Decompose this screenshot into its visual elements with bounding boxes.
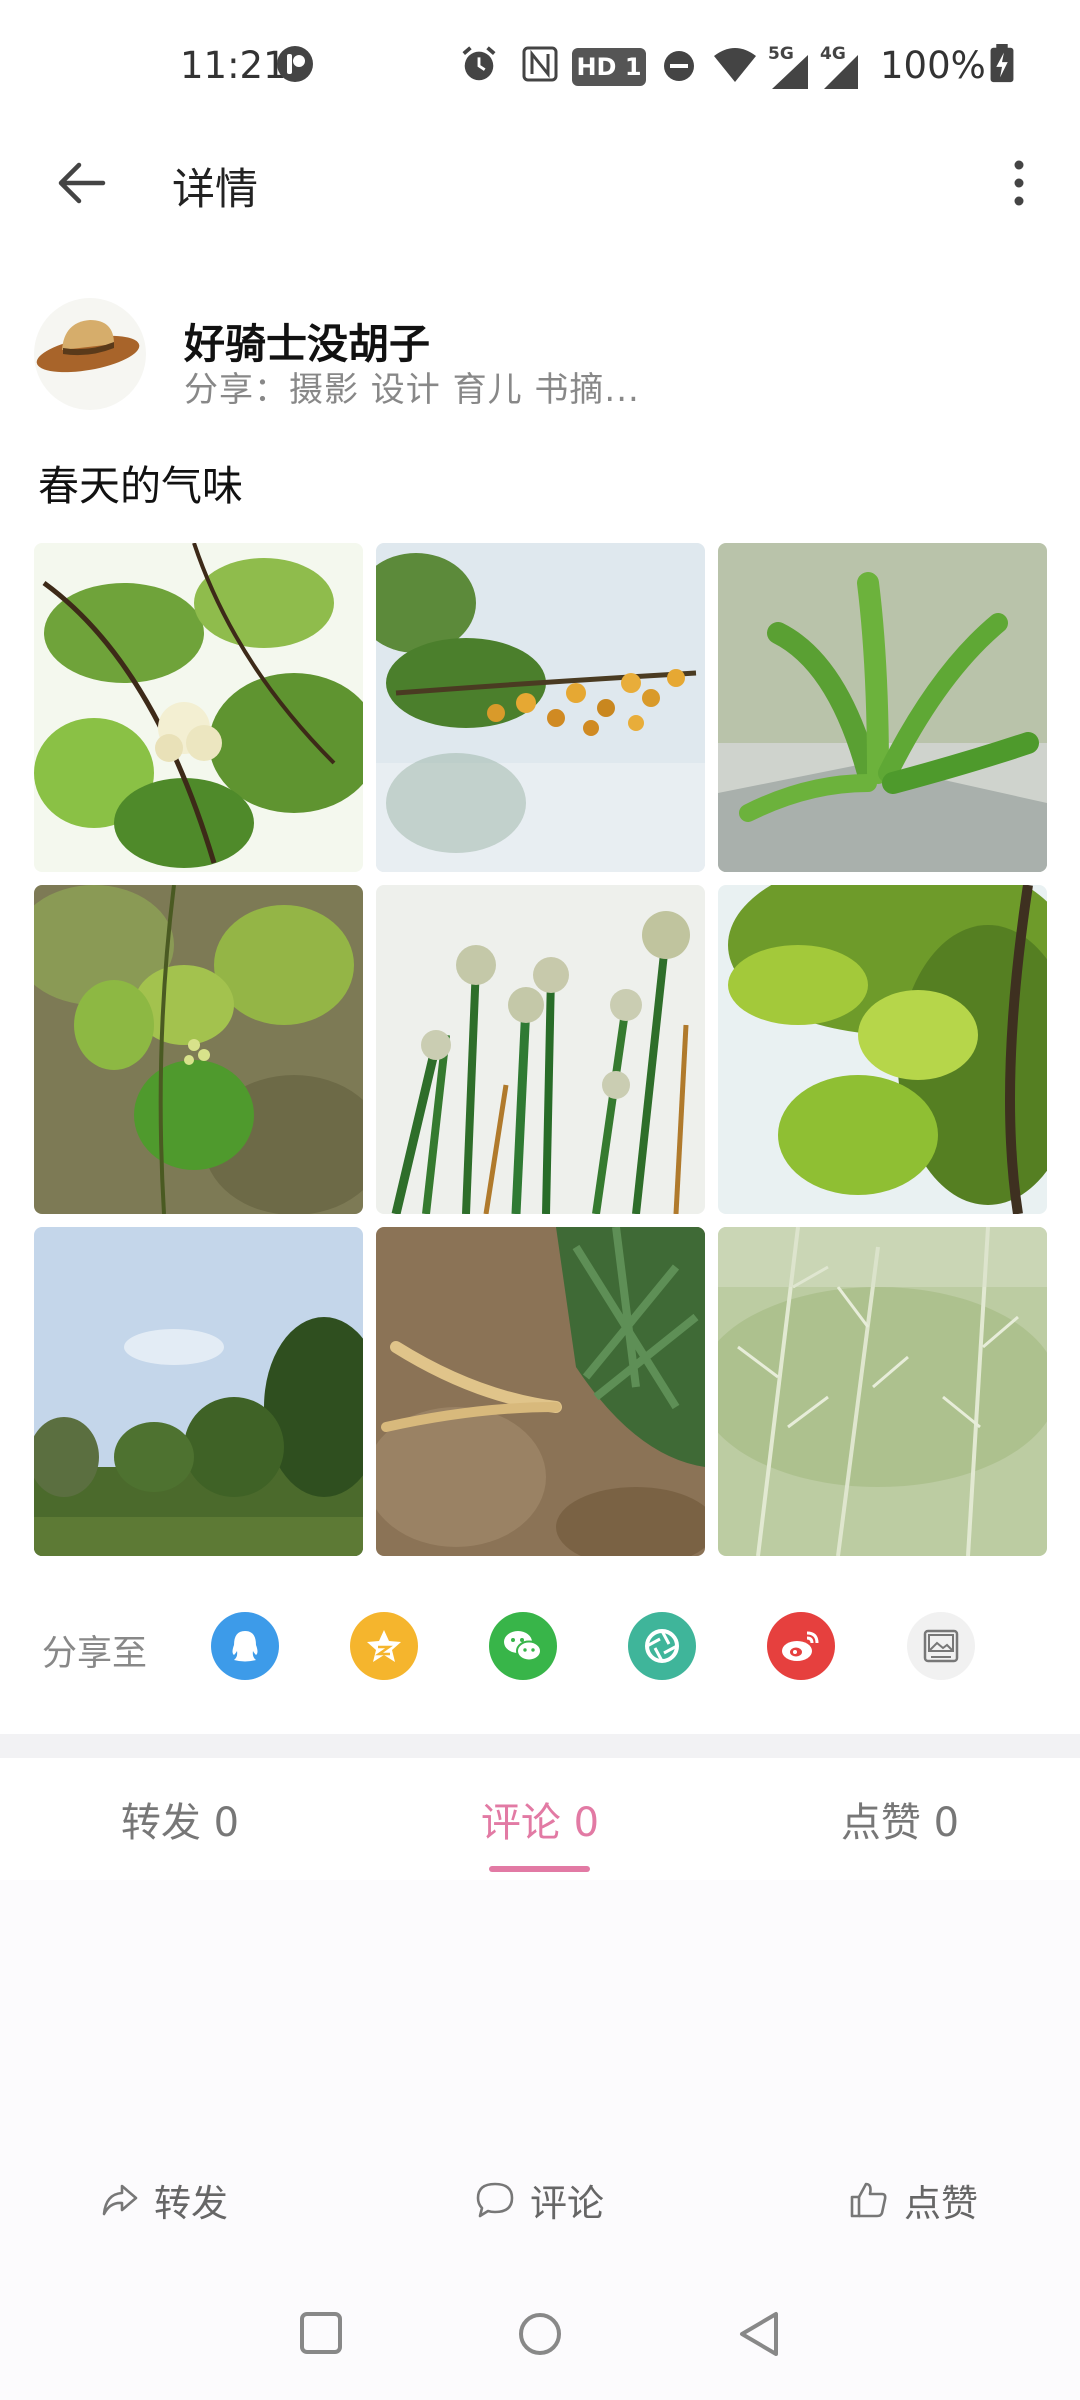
author-interests: 分享：摄影 设计 育儿 书摘... [184, 370, 640, 410]
hat-avatar-icon [36, 320, 140, 373]
recents-square-icon[interactable] [298, 2310, 344, 2356]
photo-grid [34, 543, 1047, 1556]
photo-green-seedling[interactable] [718, 543, 1047, 872]
comment-bubble-icon [476, 2182, 514, 2218]
status-time: 11:21 [180, 44, 287, 87]
post-text: 春天的气味 [38, 462, 243, 510]
repost-button[interactable]: 转发 [100, 2170, 228, 2230]
wifi-icon [714, 48, 756, 82]
tab-repost[interactable]: 转发 0 [30, 1790, 330, 1848]
share-qq-button[interactable] [211, 1612, 279, 1680]
back-triangle-icon[interactable] [736, 2310, 782, 2358]
arrow-left-icon [58, 162, 106, 204]
share-label: 分享至 [42, 1634, 148, 1674]
share-weibo-button[interactable] [767, 1612, 835, 1680]
like-button[interactable]: 点赞 [848, 2170, 978, 2230]
system-nav-bar [0, 2280, 1080, 2400]
tab-indicator [489, 1866, 590, 1872]
photo-grape-leaves[interactable] [34, 885, 363, 1214]
battery-charging-icon [990, 44, 1014, 83]
signal-4g-icon [824, 55, 858, 89]
share-arrow-icon [102, 2184, 138, 2216]
more-vertical-icon [1014, 160, 1024, 206]
repost-label: 转发 [154, 2182, 228, 2225]
save-image-button[interactable] [907, 1612, 975, 1680]
avatar[interactable] [34, 298, 146, 410]
photo-white-blossoms[interactable] [34, 543, 363, 872]
photo-sky-trees[interactable] [34, 1227, 363, 1556]
save-image-icon [923, 1629, 959, 1663]
qzone-icon [367, 1630, 401, 1662]
status-bar: 11:21 HD 1 5G 4G 100% [0, 0, 1080, 130]
weibo-icon [782, 1631, 819, 1661]
share-qzone-button[interactable] [350, 1612, 418, 1680]
share-moments-button[interactable] [628, 1612, 696, 1680]
dnd-icon [664, 51, 694, 81]
back-button[interactable] [46, 148, 116, 218]
battery-percent: 100% [880, 44, 986, 87]
photo-orange-berries[interactable] [376, 543, 705, 872]
photo-onion-flowers[interactable] [376, 885, 705, 1214]
page-title: 详情 [172, 165, 258, 215]
more-options-button[interactable] [984, 148, 1054, 218]
qq-icon [232, 1631, 258, 1662]
signal-5g-icon [772, 55, 808, 89]
photo-tree-foliage[interactable] [718, 885, 1047, 1214]
photo-dug-root[interactable] [376, 1227, 705, 1556]
comment-label: 评论 [530, 2182, 604, 2225]
moments-icon [645, 1629, 679, 1663]
wechat-icon [504, 1631, 542, 1662]
alarm-icon [462, 46, 496, 81]
photo-rapeseed-pods[interactable] [718, 1227, 1047, 1556]
tab-comments[interactable]: 评论 0 [390, 1790, 690, 1848]
section-divider [0, 1734, 1080, 1758]
author-name[interactable]: 好骑士没胡子 [184, 310, 430, 370]
comment-button[interactable]: 评论 [474, 2170, 604, 2230]
notification-app-icon [277, 46, 313, 82]
tab-likes[interactable]: 点赞 0 [750, 1790, 1050, 1848]
nfc-icon [522, 46, 558, 82]
share-wechat-button[interactable] [489, 1612, 557, 1680]
hd-badge: HD 1 [572, 48, 646, 86]
home-circle-icon[interactable] [516, 2310, 564, 2358]
like-label: 点赞 [904, 2182, 978, 2225]
thumbs-up-icon [850, 2182, 887, 2218]
